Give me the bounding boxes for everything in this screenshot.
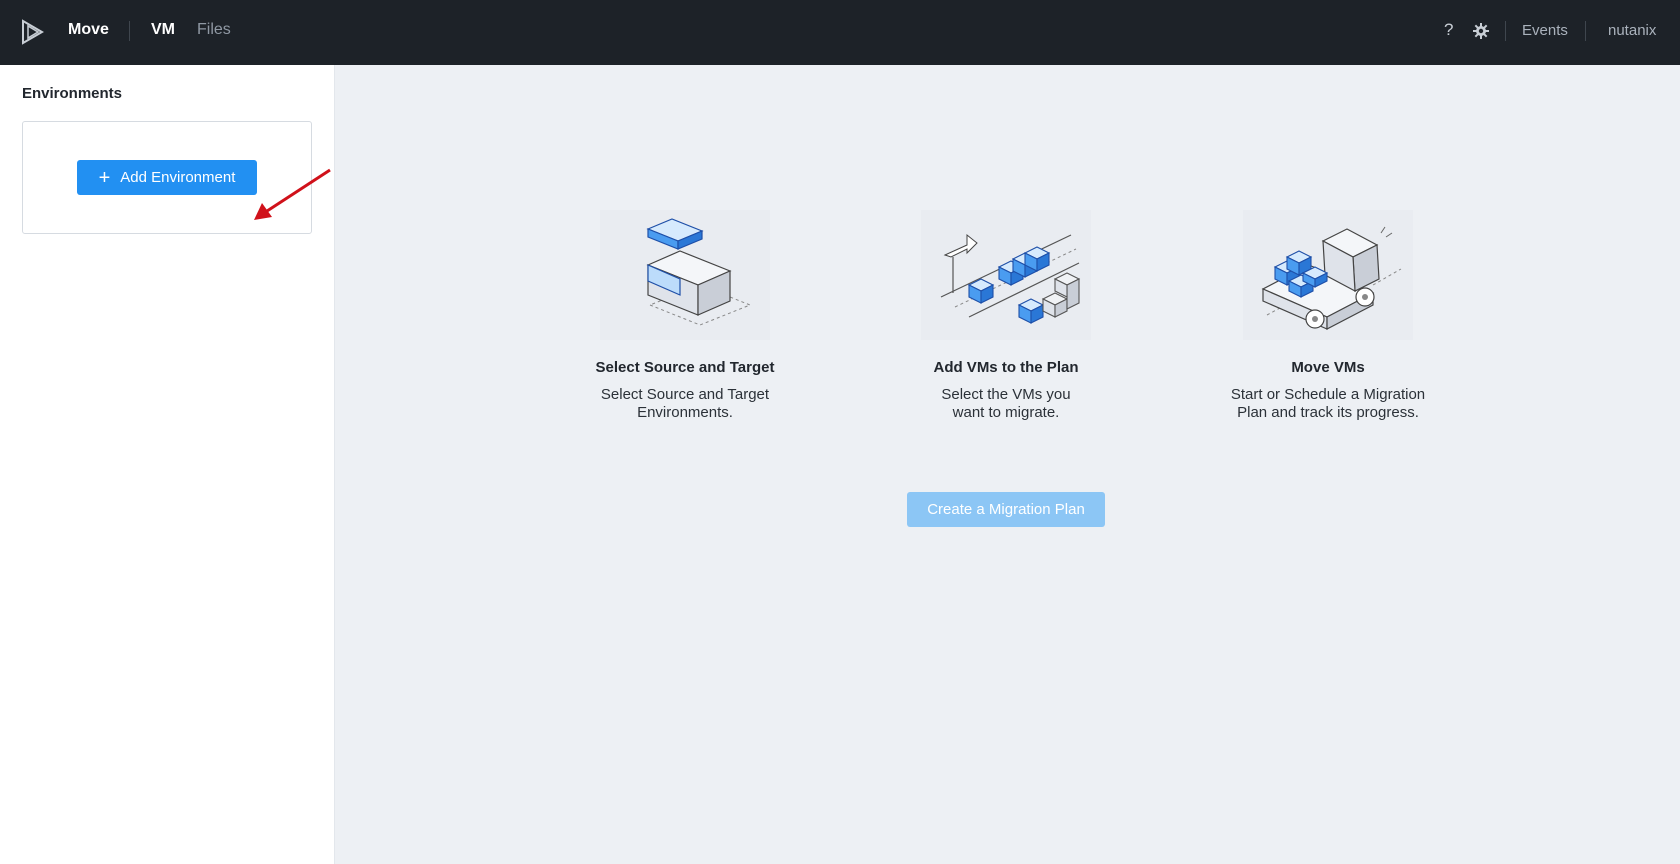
add-environment-label: Add Environment <box>120 169 236 186</box>
step-select-source-target: Select Source and Target Select Source a… <box>570 205 800 422</box>
moving-truck-illustration-icon <box>1243 210 1413 340</box>
plus-icon: + <box>98 166 111 189</box>
servers-stack-illustration-icon <box>600 210 770 340</box>
step-description-line: Select the VMs you <box>941 386 1071 403</box>
create-migration-plan-button[interactable]: Create a Migration Plan <box>907 492 1105 527</box>
divider <box>1585 21 1586 41</box>
step-description: Select Source and Target Environments. <box>570 386 800 422</box>
step-description-line: Plan and track its progress. <box>1237 404 1419 421</box>
user-menu[interactable]: nutanix <box>1608 22 1656 39</box>
app-name: Move <box>68 21 109 38</box>
step-move-vms: Move VMs Start or Schedule a Migration P… <box>1213 205 1443 422</box>
environments-sidebar: Environments + Add Environment <box>0 65 335 864</box>
step-title: Move VMs <box>1291 359 1365 376</box>
gear-icon[interactable] <box>1472 22 1490 40</box>
step-description-line: Select Source and Target <box>600 386 770 403</box>
main-content: Select Source and Target Select Source a… <box>335 65 1680 864</box>
step-description-line: Environments. <box>637 404 733 421</box>
step-description-line: Start or Schedule a Migration <box>1230 386 1426 403</box>
tab-vm[interactable]: VM <box>151 21 175 39</box>
add-environment-button[interactable]: + Add Environment <box>77 160 257 195</box>
sidebar-title: Environments <box>22 85 123 102</box>
tab-files[interactable]: Files <box>197 21 231 39</box>
move-logo-icon[interactable] <box>20 19 46 45</box>
step-description: Select the VMs you want to migrate. <box>891 386 1121 422</box>
events-link[interactable]: Events <box>1522 22 1568 39</box>
divider <box>1505 21 1506 41</box>
help-icon[interactable]: ? <box>1444 20 1453 40</box>
step-title: Add VMs to the Plan <box>933 359 1079 376</box>
step-description-line: want to migrate. <box>952 404 1060 421</box>
step-description: Start or Schedule a Migration Plan and t… <box>1213 386 1443 422</box>
red-arrow-annotation-icon <box>254 168 331 220</box>
divider <box>129 21 130 41</box>
step-title: Select Source and Target <box>595 359 775 376</box>
vm-cubes-illustration-icon <box>921 210 1091 340</box>
step-add-vms: Add VMs to the Plan Select the VMs you w… <box>891 205 1121 422</box>
top-navigation-bar: Move VM Files ? Events nutanix <box>0 0 1680 65</box>
